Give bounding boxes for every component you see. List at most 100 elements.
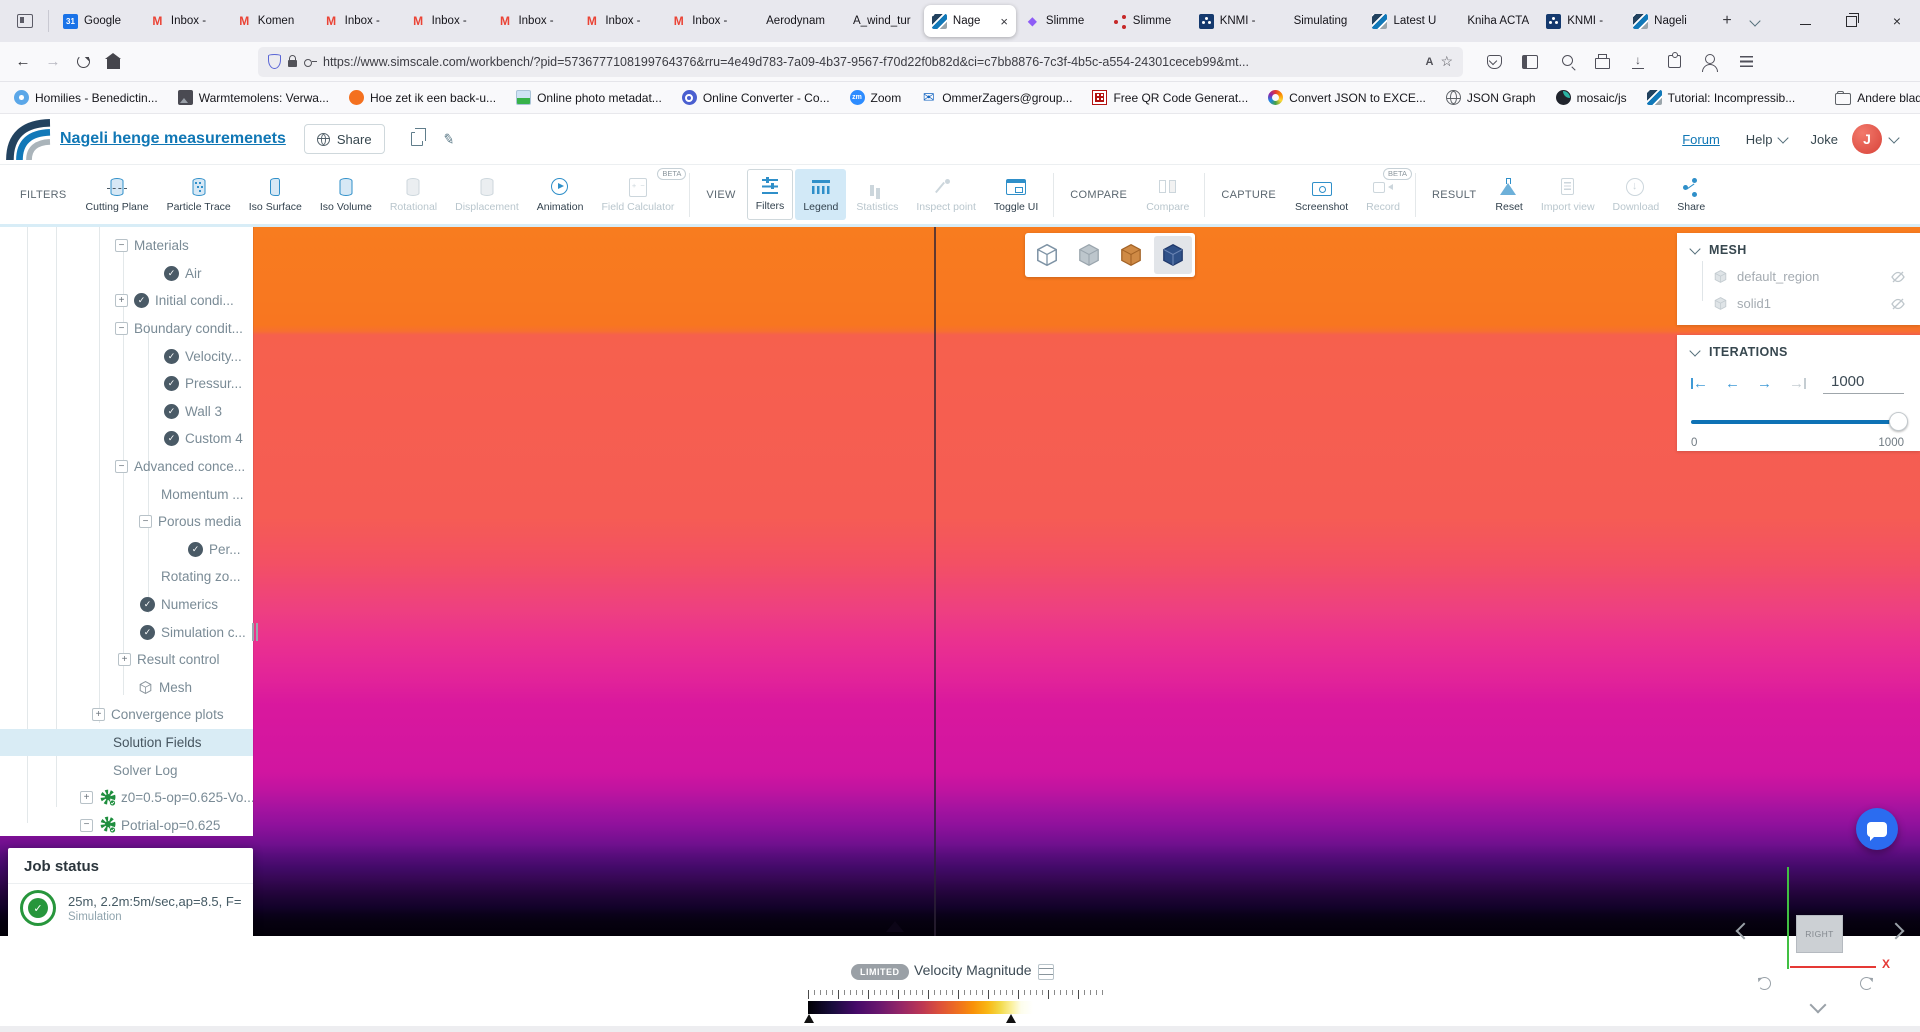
toolbar-button[interactable]: Compare — [1138, 169, 1197, 220]
tree-item[interactable]: ✓ Solution Fields — [0, 728, 253, 757]
expander-icon[interactable]: + — [80, 791, 93, 805]
toolbar-button[interactable]: Iso Surface — [241, 169, 310, 220]
browser-tab[interactable]: Inbox - — [316, 5, 402, 37]
account-chevron-down-icon[interactable] — [1888, 131, 1900, 144]
sidebar-icon[interactable] — [1517, 49, 1543, 75]
view-solid-color-button[interactable] — [1112, 236, 1150, 274]
tree-item[interactable]: + ✓ Result control — [0, 646, 253, 674]
toolbar-button[interactable]: BETA Field Calculator — [593, 168, 687, 220]
expander-icon[interactable]: − — [115, 460, 128, 474]
job-status-item[interactable]: ✓ 25m, 2.2m:5m/sec,ap=8.5, F=7... Simula… — [8, 884, 253, 932]
bookmark-item[interactable]: OmmerZagers@group... — [921, 90, 1072, 105]
toolbar-button[interactable]: Filters — [746, 169, 794, 220]
list-all-tabs-button[interactable] — [1742, 8, 1768, 34]
view-cube[interactable]: RIGHT — [1796, 915, 1843, 953]
chat-support-button[interactable] — [1856, 808, 1898, 850]
visibility-off-icon[interactable] — [1890, 296, 1906, 312]
mesh-region-row[interactable]: solid1 — [1677, 290, 1920, 317]
expander-icon[interactable]: + — [115, 294, 128, 308]
toolbar-button[interactable]: Toggle UI — [986, 169, 1046, 220]
last-iteration-button[interactable]: → — [1789, 376, 1806, 391]
bookmark-item[interactable]: Homilies - Benedictin... — [14, 90, 158, 105]
visibility-off-icon[interactable] — [1890, 269, 1906, 285]
rotate-ccw-icon[interactable] — [1758, 977, 1771, 990]
browser-tab[interactable]: A_wind_tur — [837, 5, 923, 37]
expander-icon[interactable]: − — [139, 515, 152, 529]
browser-tab[interactable]: Inbox - — [142, 5, 228, 37]
expander-icon[interactable]: − — [115, 322, 128, 336]
view-field-button[interactable] — [1154, 236, 1192, 274]
tree-item[interactable]: − ✓ Boundary condit... — [0, 315, 253, 343]
forward-button[interactable]: → — [38, 48, 68, 76]
browser-tab[interactable]: Inbox - — [576, 5, 662, 37]
window-restore-button[interactable] — [1828, 0, 1874, 42]
url-bar[interactable]: https://www.simscale.com/workbench/?pid=… — [258, 46, 1463, 77]
previous-iteration-button[interactable]: ← — [1725, 376, 1740, 391]
tree-item[interactable]: ✓ Wall 3 — [0, 398, 253, 426]
project-title-link[interactable]: Nageli henge measuremenets — [60, 130, 286, 148]
tree-item[interactable]: ✓ Rotating zo... — [0, 563, 253, 591]
tree-item[interactable]: ✓ Velocity... — [0, 342, 253, 370]
velocity-field-render[interactable] — [0, 227, 1920, 936]
expander-icon[interactable]: − — [115, 239, 128, 253]
toolbar-button[interactable]: Inspect point — [908, 169, 984, 220]
toolbar-button[interactable]: Download — [1605, 169, 1668, 220]
window-minimize-button[interactable] — [1782, 0, 1828, 42]
mesh-region-row[interactable]: default_region — [1677, 263, 1920, 290]
tree-item[interactable]: ✓ Solver Log — [0, 756, 253, 784]
browser-tab[interactable]: KNMI - — [1191, 5, 1277, 37]
toolbar-button[interactable]: BETA Record — [1358, 168, 1413, 220]
legend-settings-icon[interactable] — [1038, 964, 1054, 980]
tree-item[interactable]: ✓ Air — [0, 260, 253, 288]
bookmark-item[interactable]: Tutorial: Incompressib... — [1646, 90, 1795, 105]
toolbar-button[interactable]: Cutting Plane — [78, 169, 157, 220]
help-menu[interactable]: Help — [1746, 132, 1773, 147]
bookmark-item[interactable]: Online Converter - Co... — [681, 90, 830, 105]
browser-tab[interactable]: Nageli — [1625, 5, 1711, 37]
firefox-view-button[interactable] — [10, 8, 40, 34]
slider-track[interactable] — [1691, 420, 1904, 424]
next-iteration-button[interactable]: → — [1757, 376, 1772, 391]
tree-item[interactable]: ✓ Mesh — [0, 674, 253, 702]
bookmark-item[interactable]: Hoe zet ik een back-u... — [348, 90, 496, 105]
tree-item[interactable]: + ✓ Initial condi... — [0, 287, 253, 315]
home-button[interactable] — [98, 48, 128, 76]
toolbar-button[interactable]: Reset — [1487, 169, 1530, 220]
viewport[interactable]: MESH default_region solid1 ITERATIONS ← … — [0, 227, 1920, 1032]
tree-item[interactable]: + ✓ z0=0.5-op=0.625-Vo... — [0, 784, 253, 812]
window-close-button[interactable]: × — [1874, 0, 1920, 42]
slider-handle[interactable] — [1889, 412, 1908, 431]
toolbar-button[interactable]: Particle Trace — [159, 169, 239, 220]
browser-tab[interactable]: Slimme — [1104, 5, 1190, 37]
mesh-panel-header[interactable]: MESH — [1677, 233, 1920, 263]
browser-tab[interactable]: Simulating — [1278, 5, 1364, 37]
menu-icon[interactable] — [1733, 49, 1759, 75]
save-to-pocket-icon[interactable] — [1481, 49, 1507, 75]
tree-item[interactable]: − ✓ Potrial-op=0.625 — [0, 811, 253, 836]
iterations-panel-header[interactable]: ITERATIONS — [1677, 335, 1920, 365]
toolbar-button[interactable]: Screenshot — [1287, 169, 1356, 220]
tree-item[interactable]: ✓ Pressur... — [0, 370, 253, 398]
rotate-cw-icon[interactable] — [1860, 977, 1873, 990]
browser-tab[interactable]: Kniha ACTA — [1451, 5, 1537, 37]
permissions-icon[interactable] — [304, 57, 317, 67]
lock-icon[interactable] — [288, 55, 297, 67]
tree-item[interactable]: ✓ Per... — [0, 536, 253, 564]
expander-icon[interactable]: + — [118, 653, 131, 667]
tree-item[interactable]: ✓ Numerics — [0, 591, 253, 619]
new-tab-button[interactable]: + — [1714, 8, 1740, 34]
first-iteration-button[interactable]: ← — [1691, 376, 1708, 391]
bookmark-item[interactable]: Warmtemolens: Verwa... — [177, 90, 329, 105]
tree-item[interactable]: ✓ Simulation c... — [0, 618, 253, 646]
tree-item[interactable]: − ✓ Materials — [0, 232, 253, 260]
browser-tab[interactable]: Inbox - — [663, 5, 749, 37]
extensions-icon[interactable] — [1661, 49, 1687, 75]
browser-tab[interactable]: Inbox - — [489, 5, 575, 37]
edit-pencil-icon[interactable]: ✎ — [441, 130, 455, 149]
avatar[interactable]: J — [1852, 124, 1882, 154]
bookmark-item[interactable]: Free QR Code Generat... — [1092, 90, 1248, 105]
browser-tab[interactable]: KNMI - — [1538, 5, 1624, 37]
bookmark-item[interactable]: Zoom — [849, 90, 901, 105]
account-icon[interactable] — [1697, 49, 1723, 75]
iteration-slider[interactable] — [1691, 412, 1908, 431]
